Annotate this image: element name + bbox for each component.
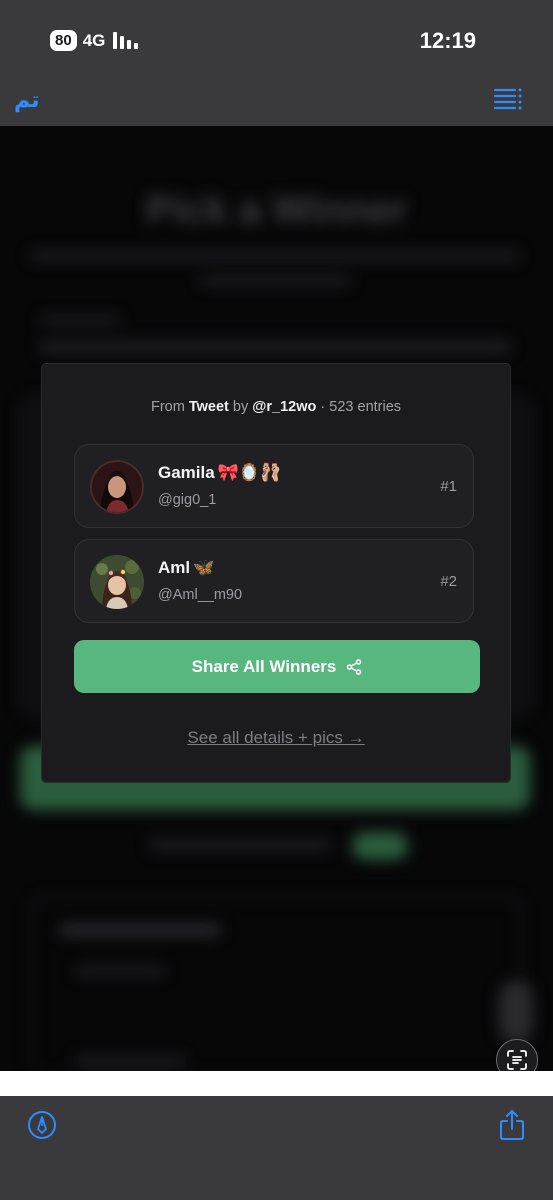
winner-card-1[interactable]: Gamila 🎀🪞🩰 @gig0_1 #1 [74,444,474,528]
source-user: @r_12wo [252,399,317,415]
bg-text-line [60,924,220,936]
source-prefix: From [150,399,185,415]
signal-icon [113,32,139,49]
see-details-link[interactable]: See all details + pics → [42,728,510,748]
bg-text-line [30,251,520,261]
bg-text-line [75,966,165,976]
list-icon[interactable] [493,87,523,111]
winner-handle: @Aml__m90 [158,587,243,603]
source-type: Tweet [188,399,229,415]
bg-green-pill [352,832,408,860]
share-all-winners-button[interactable]: Share All Winners [74,640,480,693]
winner-rank: #1 [440,478,457,495]
share-sheet-icon[interactable] [499,1109,525,1141]
bottom-toolbar [0,1096,553,1200]
winner-emoji: 🎀🪞🩰 [217,463,282,482]
source-line: From Tweet by @r_12wo · 523 entries [42,399,510,415]
avatar [90,555,144,609]
bg-input [40,340,510,354]
winner-card-2[interactable]: Aml 🦋 @Aml__m90 #2 [74,539,474,623]
bg-text-line [40,316,120,325]
winner-name-text: Aml [158,558,191,577]
winner-name-text: Gamila [158,463,215,482]
clock: 12:19 [419,28,476,53]
source-entries: · 523 entries [320,399,402,415]
markup-pen-icon[interactable] [27,1110,57,1140]
status-left: 80 4G [50,30,139,51]
bg-toggle [499,981,533,1043]
background-title: Pick a Winner [145,188,408,232]
bg-text-line [75,1056,185,1066]
status-bar: 80 4G 12:19 [0,0,553,82]
winners-modal: From Tweet by @r_12wo · 523 entries Gami… [41,363,511,783]
battery-indicator: 80 [50,30,77,51]
winner-emoji: 🦋 [193,558,215,577]
screen: 80 4G 12:19 تم Pick a Winner From Tweet … [0,0,553,1200]
bg-box [30,896,522,1071]
nav-bar: تم [0,82,553,126]
winner-name: Gamila 🎀🪞🩰 [158,463,281,483]
share-nodes-icon [347,658,362,675]
network-label: 4G [82,30,106,50]
share-button-label: Share All Winners [191,656,337,676]
page-bottom-strip [0,1071,553,1096]
winner-name: Aml 🦋 [158,558,214,578]
avatar [90,460,144,514]
winner-rank: #2 [440,573,457,590]
bg-text-line [150,839,330,851]
bg-text-line [200,276,350,286]
source-by: by [232,399,249,415]
live-text-icon [507,1050,527,1070]
winner-handle: @gig0_1 [158,492,217,508]
done-button[interactable]: تم [14,88,40,113]
